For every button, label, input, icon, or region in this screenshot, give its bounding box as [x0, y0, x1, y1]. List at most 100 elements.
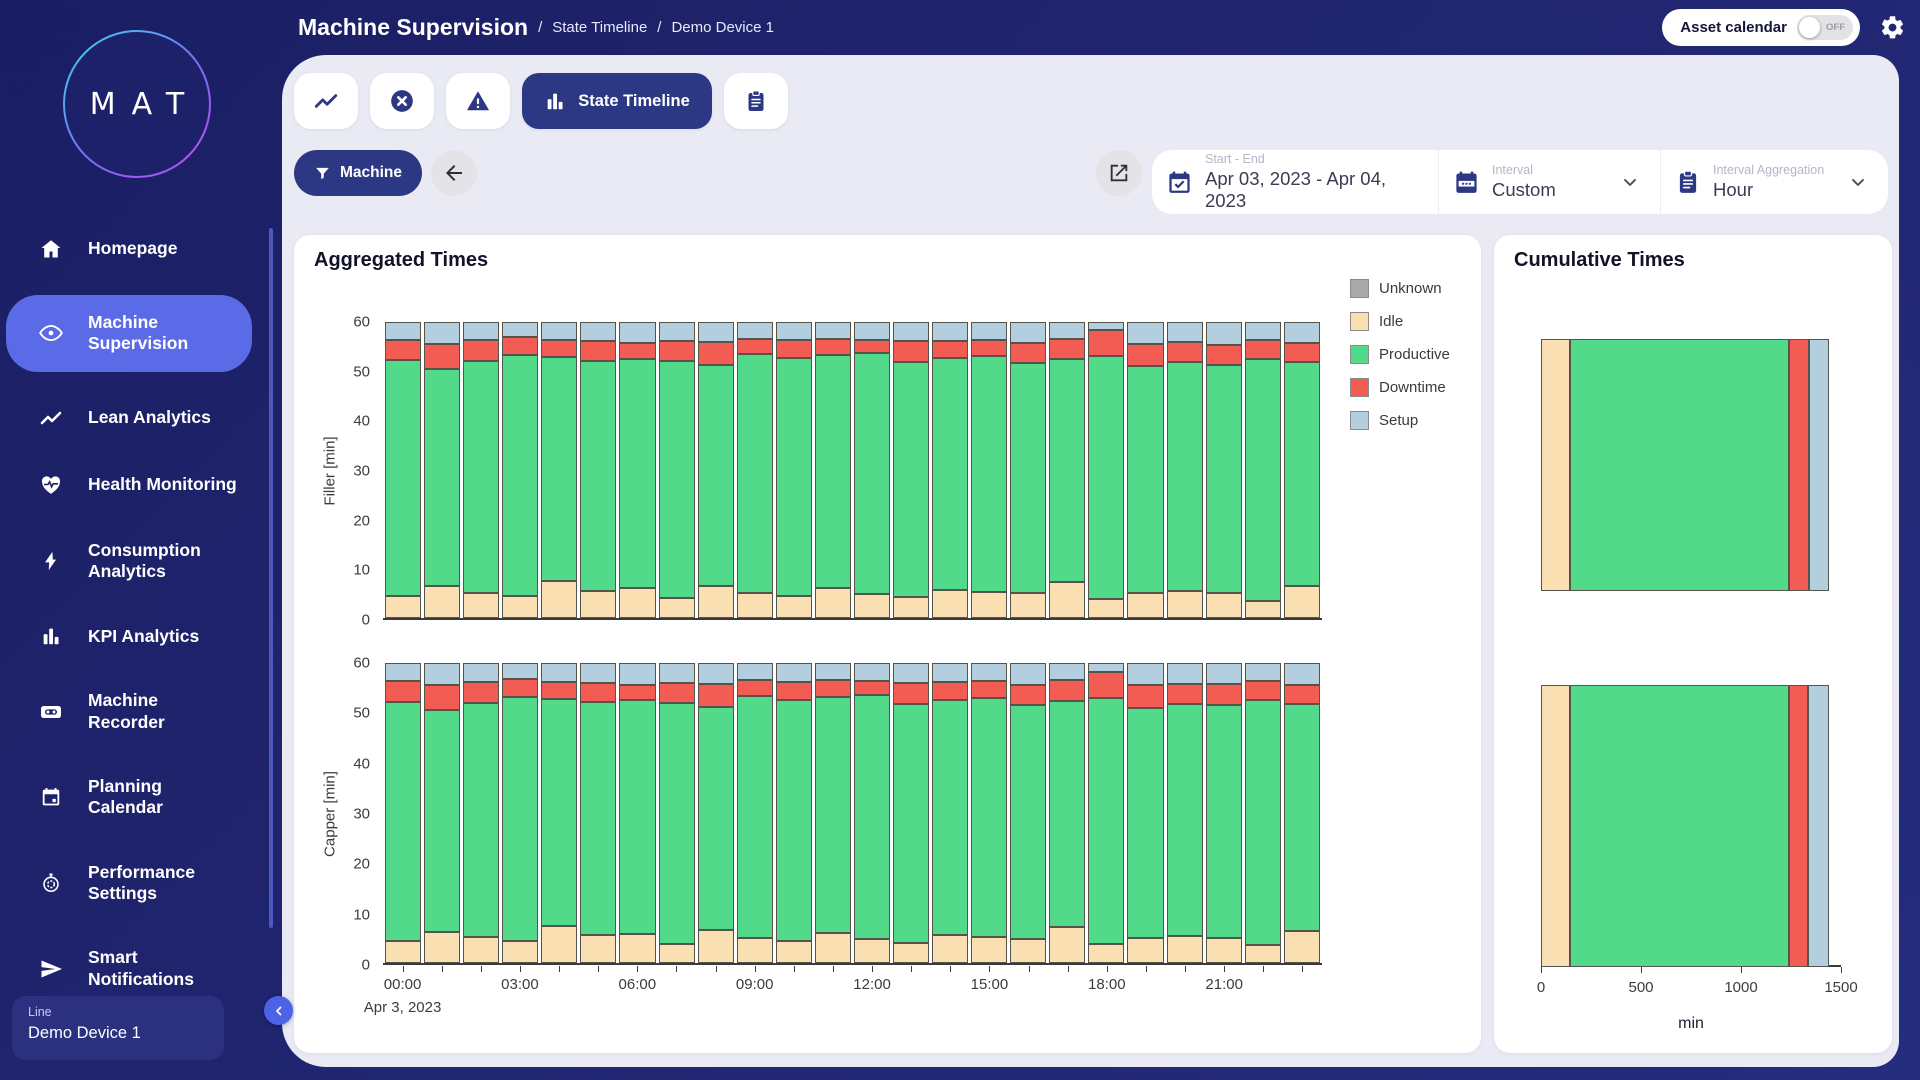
interval-aggregation-select[interactable]: Interval Aggregation Hour — [1660, 150, 1888, 214]
cumulative-bar-capper[interactable] — [1541, 685, 1829, 967]
segment-idle — [893, 597, 929, 618]
filler-bar-hour-13[interactable] — [893, 322, 929, 618]
x-tick-label: 12:00 — [853, 976, 891, 993]
segment-setup — [580, 663, 616, 683]
filler-bar-hour-20[interactable] — [1167, 322, 1203, 618]
tab-alarms[interactable] — [446, 73, 510, 129]
segment-productive — [1010, 705, 1046, 939]
segment-productive — [1010, 363, 1046, 593]
tab-state-timeline[interactable]: State Timeline — [522, 73, 712, 129]
capper-bar-hour-14[interactable] — [932, 663, 968, 963]
filler-bar-hour-16[interactable] — [1010, 322, 1046, 618]
capper-bar-hour-8[interactable] — [698, 663, 734, 963]
capper-bar-hour-15[interactable] — [971, 663, 1007, 963]
capper-bar-hour-23[interactable] — [1284, 663, 1320, 963]
capper-bar-hour-11[interactable] — [815, 663, 851, 963]
chart-legend: UnknownIdleProductiveDowntimeSetup — [1350, 279, 1450, 444]
filler-bar-hour-5[interactable] — [580, 322, 616, 618]
capper-bar-hour-17[interactable] — [1049, 663, 1085, 963]
filler-bar-hour-12[interactable] — [854, 322, 890, 618]
filler-bar-hour-7[interactable] — [659, 322, 695, 618]
x-tick-label: 15:00 — [971, 976, 1009, 993]
capper-bar-hour-12[interactable] — [854, 663, 890, 963]
breadcrumb-item[interactable]: Demo Device 1 — [671, 19, 774, 36]
tab-trends[interactable] — [294, 73, 358, 129]
capper-bar-hour-3[interactable] — [502, 663, 538, 963]
interval-select[interactable]: Interval Custom — [1438, 150, 1660, 214]
back-button[interactable] — [431, 150, 477, 196]
filler-bar-hour-10[interactable] — [776, 322, 812, 618]
segment-idle — [659, 598, 695, 618]
capper-bar-hour-6[interactable] — [619, 663, 655, 963]
capper-bar-hour-22[interactable] — [1245, 663, 1281, 963]
capper-bar-hour-16[interactable] — [1010, 663, 1046, 963]
filler-bar-hour-8[interactable] — [698, 322, 734, 618]
filler-bar-hour-17[interactable] — [1049, 322, 1085, 618]
filler-bar-hour-4[interactable] — [541, 322, 577, 618]
y-tick-label: 50 — [353, 363, 370, 380]
capper-bar-hour-2[interactable] — [463, 663, 499, 963]
x-tick-label: 1500 — [1824, 979, 1857, 996]
sidebar-item-kpi-analytics[interactable]: KPI Analytics — [6, 616, 252, 656]
capper-bar-hour-18[interactable] — [1088, 663, 1124, 963]
sidebar-scrollbar[interactable] — [269, 228, 273, 928]
capper-bar-hour-5[interactable] — [580, 663, 616, 963]
sidebar-item-machine-recorder[interactable]: Machine Recorder — [6, 681, 252, 742]
filler-bar-hour-2[interactable] — [463, 322, 499, 618]
filler-bar-hour-18[interactable] — [1088, 322, 1124, 618]
filler-bar-hour-1[interactable] — [424, 322, 460, 618]
sidebar-item-homepage[interactable]: Homepage — [6, 228, 252, 270]
capper-bar-hour-0[interactable] — [385, 663, 421, 963]
segment-setup — [1049, 322, 1085, 339]
sidebar-item-consumption-analytics[interactable]: Consumption Analytics — [6, 531, 252, 592]
segment-setup — [815, 663, 851, 680]
segment-downtime — [815, 680, 851, 697]
filler-bar-hour-21[interactable] — [1206, 322, 1242, 618]
segment-productive — [776, 358, 812, 596]
tab-errors[interactable] — [370, 73, 434, 129]
legend-swatch — [1350, 312, 1369, 331]
selected-device-card: Line Demo Device 1 — [12, 996, 224, 1060]
sidebar-item-planning-calendar[interactable]: Planning Calendar — [6, 767, 252, 828]
filler-bar-hour-22[interactable] — [1245, 322, 1281, 618]
filler-bar-hour-15[interactable] — [971, 322, 1007, 618]
filler-bar-hour-9[interactable] — [737, 322, 773, 618]
segment-productive — [424, 710, 460, 932]
filler-bar-hour-0[interactable] — [385, 322, 421, 618]
sidebar-item-lean-analytics[interactable]: Lean Analytics — [6, 397, 252, 439]
filler-bar-hour-19[interactable] — [1127, 322, 1163, 618]
filler-bar-hour-23[interactable] — [1284, 322, 1320, 618]
capper-bar-hour-7[interactable] — [659, 663, 695, 963]
segment-idle — [1284, 586, 1320, 618]
capper-bar-hour-1[interactable] — [424, 663, 460, 963]
capper-bar-hour-10[interactable] — [776, 663, 812, 963]
cumulative-bar-filler[interactable] — [1541, 339, 1829, 591]
capper-bar-hour-4[interactable] — [541, 663, 577, 963]
capper-bar-hour-9[interactable] — [737, 663, 773, 963]
sidebar-item-health-monitoring[interactable]: Health Monitoring — [6, 464, 252, 506]
segment-setup — [971, 322, 1007, 340]
segment-productive — [698, 707, 734, 930]
segment-productive — [776, 700, 812, 942]
export-button[interactable] — [1096, 150, 1142, 196]
filler-bar-hour-6[interactable] — [619, 322, 655, 618]
start-end-select[interactable]: Start - End Apr 03, 2023 - Apr 04, 2023 — [1152, 150, 1438, 214]
calendar-interval-icon — [1453, 169, 1480, 196]
sidebar-item-performance-settings[interactable]: Performance Settings — [6, 853, 252, 914]
sidebar-item-machine-supervision[interactable]: Machine Supervision — [6, 295, 252, 372]
capper-bar-hour-21[interactable] — [1206, 663, 1242, 963]
filler-bar-hour-3[interactable] — [502, 322, 538, 618]
settings-gear-icon[interactable] — [1879, 14, 1906, 41]
capper-bar-hour-19[interactable] — [1127, 663, 1163, 963]
tab-report[interactable] — [724, 73, 788, 129]
machine-filter-button[interactable]: Machine — [294, 150, 422, 196]
capper-bar-hour-20[interactable] — [1167, 663, 1203, 963]
asset-calendar-toggle[interactable]: OFF — [1797, 15, 1853, 40]
filler-bar-hour-11[interactable] — [815, 322, 851, 618]
capper-bar-hour-13[interactable] — [893, 663, 929, 963]
sidebar-collapse-button[interactable] — [264, 996, 293, 1025]
breadcrumb-item[interactable]: State Timeline — [552, 19, 647, 36]
segment-setup — [1809, 339, 1829, 591]
filler-bar-hour-14[interactable] — [932, 322, 968, 618]
sidebar-item-smart-notifications[interactable]: Smart Notifications — [6, 938, 252, 999]
